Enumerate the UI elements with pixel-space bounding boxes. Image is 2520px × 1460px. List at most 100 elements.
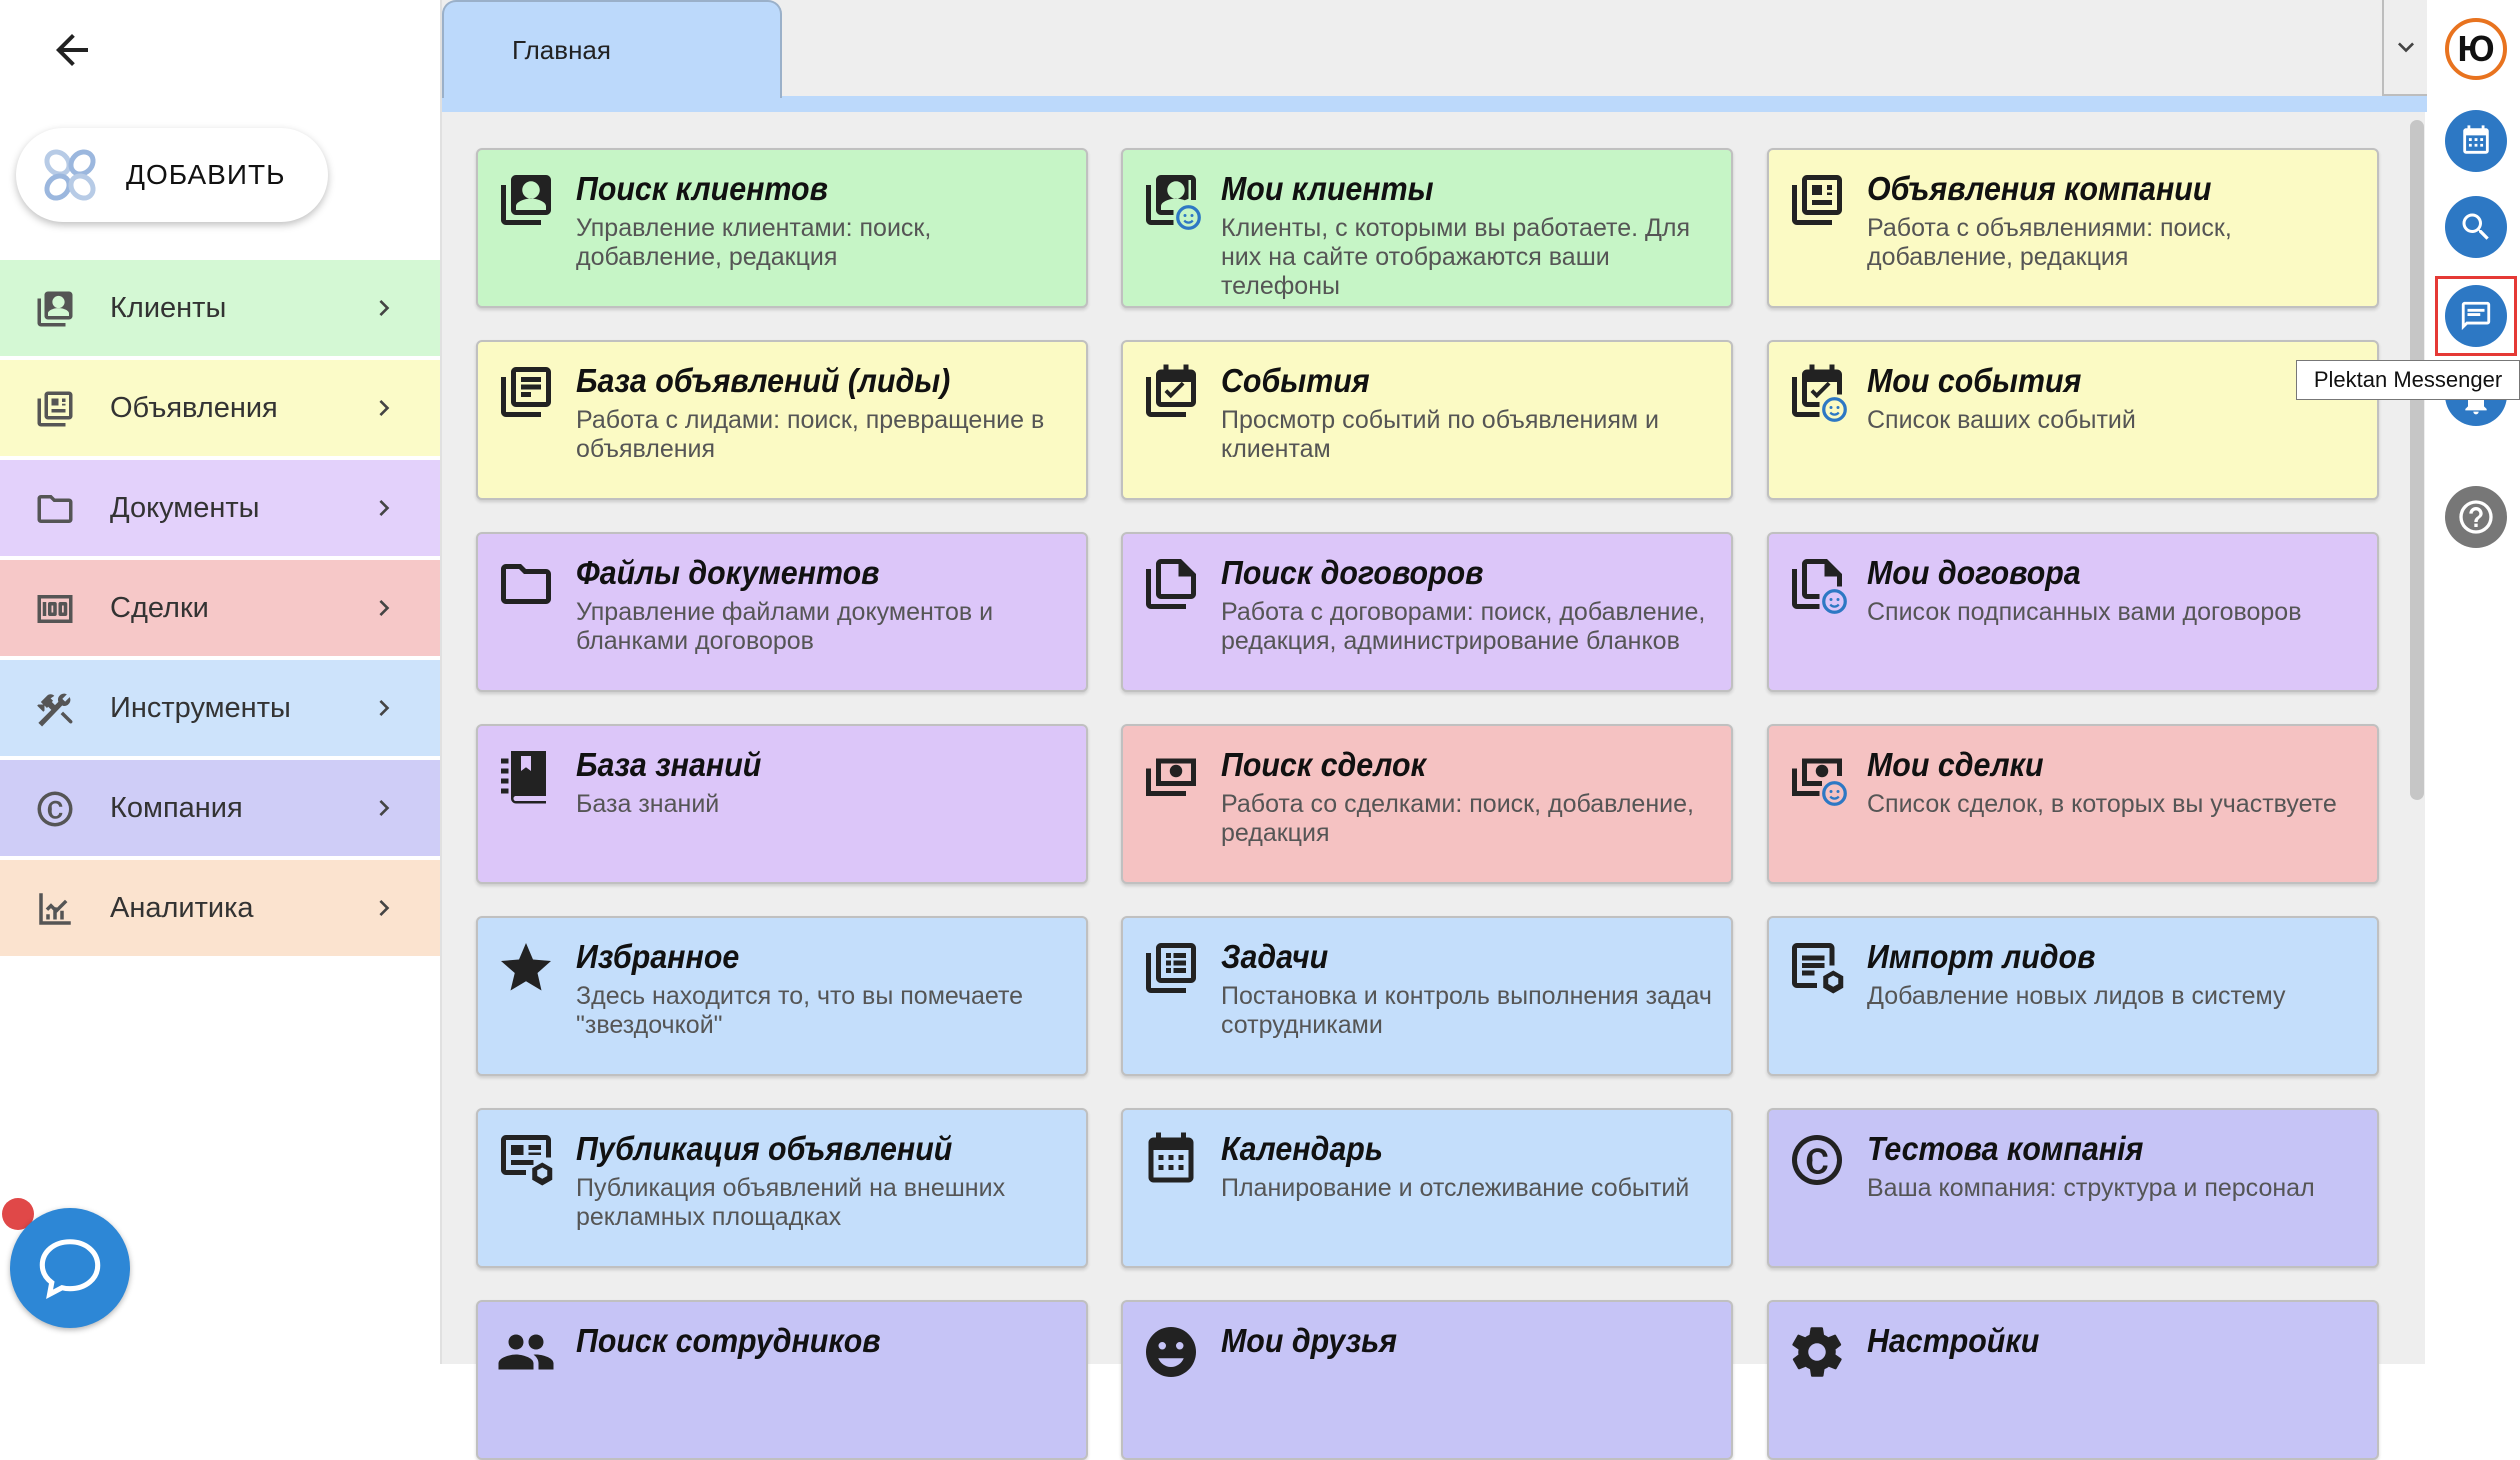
- card-description: Клиенты, с которыми вы работаете. Для ни…: [1221, 214, 1691, 300]
- chat-button[interactable]: [10, 1208, 130, 1328]
- card-my-events[interactable]: Мои события Список ваших событий: [1767, 340, 2379, 500]
- card-title: Файлы документов: [576, 554, 880, 591]
- card-client-search[interactable]: Поиск клиентов Управление клиентами: пои…: [476, 148, 1088, 308]
- copyright-icon: [37, 791, 73, 827]
- add-button-label: ДОБАВИТЬ: [126, 159, 286, 190]
- documents-icon: [1146, 559, 1196, 609]
- tab-bar-underline: [442, 96, 2427, 112]
- card-description: Список сделок, в которых вы участвуете: [1867, 790, 2337, 818]
- add-button[interactable]: ДОБАВИТЬ: [16, 128, 328, 222]
- help-button[interactable]: [2445, 486, 2507, 548]
- people-icon: [498, 1334, 554, 1370]
- card-title: Календарь: [1221, 1130, 1383, 1167]
- sidebar-item-deals[interactable]: Сделки: [0, 560, 440, 656]
- help-icon: [2459, 500, 2493, 534]
- publish-ads-icon: [501, 1135, 553, 1186]
- star-icon: [501, 943, 551, 991]
- search-icon: [2462, 213, 2489, 240]
- card-title: Тестова компанія: [1867, 1130, 2144, 1167]
- sidebar-item-documents[interactable]: Документы: [0, 460, 440, 556]
- card-company-ads[interactable]: Объявления компании Работа с объявлениям…: [1767, 148, 2379, 308]
- calendar-icon: [1148, 1132, 1194, 1183]
- card-leads-base[interactable]: База объявлений (лиды) Работа с лидами: …: [476, 340, 1088, 500]
- tasks-icon: [1146, 943, 1196, 993]
- money-icon: [1146, 758, 1196, 796]
- card-description: Список ваших событий: [1867, 406, 2136, 434]
- card-favorites[interactable]: Избранное Здесь находится то, что вы пом…: [476, 916, 1088, 1076]
- plektan-logo-icon: [44, 149, 96, 201]
- chevron-right-icon: [379, 700, 390, 716]
- sidebar: ДОБАВИТЬ Клиенты Объявления Документы Сд…: [0, 0, 440, 1364]
- card-employee-search[interactable]: Поиск сотрудников: [476, 1300, 1088, 1460]
- card-events[interactable]: События Просмотр событий по объявлениям …: [1121, 340, 1733, 500]
- my-events-icon: [1792, 364, 1847, 422]
- chevron-right-icon: [379, 400, 390, 416]
- sidebar-item-analytics[interactable]: Аналитика: [0, 860, 440, 956]
- sidebar-item-label: Компания: [110, 791, 243, 824]
- card-company[interactable]: Тестова компанія Ваша компания: структур…: [1767, 1108, 2379, 1268]
- card-title: Настройки: [1867, 1322, 2040, 1359]
- chevron-right-icon: [379, 300, 390, 316]
- messenger-button[interactable]: [2445, 285, 2507, 347]
- card-description: База знаний: [576, 790, 720, 818]
- folder-icon: [501, 564, 551, 604]
- tab-bar: Главная: [442, 0, 2427, 112]
- calendar-button[interactable]: [2445, 110, 2507, 172]
- card-contract-search[interactable]: Поиск договоров Работа с договорами: пои…: [1121, 532, 1733, 692]
- card-my-contracts[interactable]: Мои договора Список подписанных вами дог…: [1767, 532, 2379, 692]
- card-publish-ads[interactable]: Публикация объявлений Публикация объявле…: [476, 1108, 1088, 1268]
- clients-icon: [37, 291, 73, 327]
- card-document-files[interactable]: Файлы документов Управление файлами доку…: [476, 532, 1088, 692]
- company-ads-icon: [1792, 175, 1842, 225]
- card-settings[interactable]: Настройки: [1767, 1300, 2379, 1460]
- card-description: Просмотр событий по объявлениям и клиент…: [1221, 406, 1659, 463]
- scrollbar[interactable]: [2410, 120, 2424, 800]
- sidebar-item-tools[interactable]: Инструменты: [0, 660, 440, 756]
- card-description: Работа с объявлениями: поиск, добавление…: [1867, 214, 2232, 271]
- tabs-dropdown-button[interactable]: [2382, 0, 2427, 96]
- user-avatar[interactable]: Ю: [2445, 18, 2507, 80]
- sidebar-item-ads[interactable]: Объявления: [0, 360, 440, 456]
- folder-icon: [37, 495, 73, 523]
- chevron-down-icon: [2397, 42, 2414, 53]
- chevron-right-icon: [379, 600, 390, 616]
- card-description: Постановка и контроль выполнения задач с…: [1221, 982, 1712, 1039]
- card-my-friends[interactable]: Мои друзья: [1121, 1300, 1733, 1460]
- contact-card-icon: [501, 175, 551, 225]
- analytics-icon: [39, 893, 71, 925]
- card-title: Мои договора: [1867, 554, 2081, 591]
- sidebar-item-label: Сделки: [110, 591, 209, 624]
- card-import-leads[interactable]: Импорт лидов Добавление новых лидов в си…: [1767, 916, 2379, 1076]
- card-description: Работа с лидами: поиск, превращение в об…: [576, 406, 1045, 463]
- gear-icon: [1792, 1327, 1842, 1377]
- avatar-letter: Ю: [2457, 28, 2495, 69]
- card-description: Добавление новых лидов в систему: [1867, 982, 2286, 1010]
- sidebar-nav: Клиенты Объявления Документы Сделки Инст…: [0, 260, 440, 960]
- card-title: Задачи: [1221, 938, 1329, 975]
- sidebar-item-label: Клиенты: [110, 291, 227, 324]
- sidebar-item-company[interactable]: Компания: [0, 760, 440, 856]
- sidebar-item-label: Объявления: [110, 391, 278, 424]
- tab-home[interactable]: Главная: [442, 0, 782, 98]
- sidebar-item-label: Инструменты: [110, 691, 291, 724]
- back-arrow-icon[interactable]: [48, 26, 96, 74]
- card-my-deals[interactable]: Мои сделки Список сделок, в которых вы у…: [1767, 724, 2379, 884]
- card-knowledge-base[interactable]: База знаний База знаний: [476, 724, 1088, 884]
- search-button[interactable]: [2445, 196, 2507, 258]
- card-description: Работа со сделками: поиск, добавление, р…: [1221, 790, 1694, 847]
- card-deal-search[interactable]: Поиск сделок Работа со сделками: поиск, …: [1121, 724, 1733, 884]
- my-clients-icon: [1146, 175, 1201, 230]
- sidebar-item-label: Аналитика: [110, 891, 254, 924]
- card-my-clients[interactable]: Мои клиенты Клиенты, с которыми вы работ…: [1121, 148, 1733, 308]
- card-tasks[interactable]: Задачи Постановка и контроль выполнения …: [1121, 916, 1733, 1076]
- chat-bubble-icon: [39, 1239, 101, 1299]
- my-contracts-icon: [1792, 559, 1847, 614]
- card-title: Мои сделки: [1867, 746, 2044, 783]
- right-rail: Ю: [2427, 0, 2520, 1364]
- card-calendar[interactable]: Календарь Планирование и отслеживание со…: [1121, 1108, 1733, 1268]
- sidebar-item-clients[interactable]: Клиенты: [0, 260, 440, 356]
- card-description: Здесь находится то, что вы помечаете "зв…: [576, 982, 1024, 1039]
- event-check-icon: [1146, 364, 1196, 417]
- card-description: Планирование и отслеживание событий: [1221, 1174, 1690, 1202]
- sidebar-item-label: Документы: [110, 491, 260, 524]
